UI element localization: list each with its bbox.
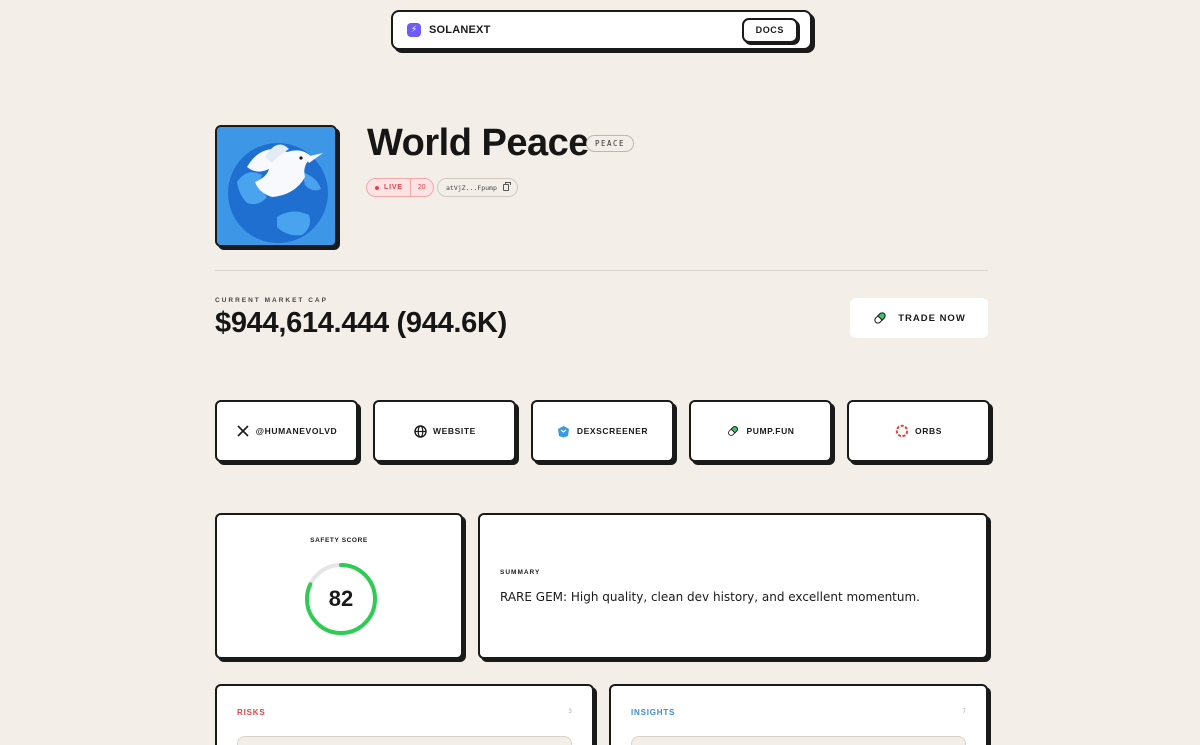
dexscreener-icon [557,424,571,438]
summary-label: SUMMARY [500,569,541,576]
copy-icon[interactable] [502,182,511,191]
risks-title: RISKS [237,708,266,717]
x-icon [236,424,250,438]
pill-icon [726,424,740,438]
risks-count: 3 [568,708,572,715]
token-name: World Peace [367,122,589,164]
social-links: @HUMANEVOLVD WEBSITE DEXSCREENER PUMP.FU… [215,400,990,464]
lightning-icon: ⚡ [407,23,421,37]
link-website[interactable]: WEBSITE [373,400,516,462]
risks-list [237,736,572,745]
insights-list [631,736,966,745]
trade-now-button[interactable]: TRADE NOW [850,298,988,338]
live-count: 20 [409,179,433,196]
orbs-icon [895,424,909,438]
divider [215,270,988,271]
safety-score-value: 82 [328,586,354,611]
link-label: ORBS [915,426,942,436]
insights-title: INSIGHTS [631,708,676,717]
risks-card: RISKS 3 [215,684,594,745]
safety-gauge: 82 [303,561,379,637]
market-cap-label: CURRENT MARKET CAP [215,297,328,304]
token-page: ⚡ SOLANEXT DOCS World Peace PEACE LIVE 2… [0,0,1200,745]
live-label: LIVE [384,184,403,191]
brand-name: SOLANEXT [429,24,491,36]
link-label: DEXSCREENER [576,426,649,436]
link-dexscreener[interactable]: DEXSCREENER [531,400,674,462]
market-cap-value: $944,614.444 (944.6K) [215,307,507,339]
live-badge: LIVE 20 [366,178,434,197]
safety-score-label: SAFETY SCORE [310,537,368,544]
pill-icon [874,312,886,324]
link-label: @HUMANEVOLVD [255,426,338,436]
link-label: WEBSITE [433,426,476,436]
summary-card: SUMMARY RARE GEM: High quality, clean de… [478,513,988,659]
safety-score-card: SAFETY SCORE 82 [215,513,463,659]
summary-text: RARE GEM: High quality, clean dev histor… [500,590,920,604]
contract-address-text: atVjZ...Fpump [446,183,497,192]
link-label: PUMP.FUN [746,426,795,436]
ticker-badge: PEACE [586,135,635,152]
brand[interactable]: ⚡ SOLANEXT [407,23,491,37]
contract-address[interactable]: atVjZ...Fpump [437,178,518,197]
docs-button[interactable]: DOCS [741,17,798,43]
link-twitter[interactable]: @HUMANEVOLVD [215,400,358,462]
top-nav: ⚡ SOLANEXT DOCS [391,10,812,50]
link-pumpfun[interactable]: PUMP.FUN [689,400,832,462]
insights-card: INSIGHTS 7 [609,684,988,745]
globe-icon [413,424,427,438]
token-image [215,125,337,247]
link-orbs[interactable]: ORBS [847,400,990,462]
dove-globe-image [217,127,335,245]
trade-now-label: TRADE NOW [898,312,966,324]
live-dot-icon [375,185,379,190]
insights-count: 7 [962,708,966,715]
